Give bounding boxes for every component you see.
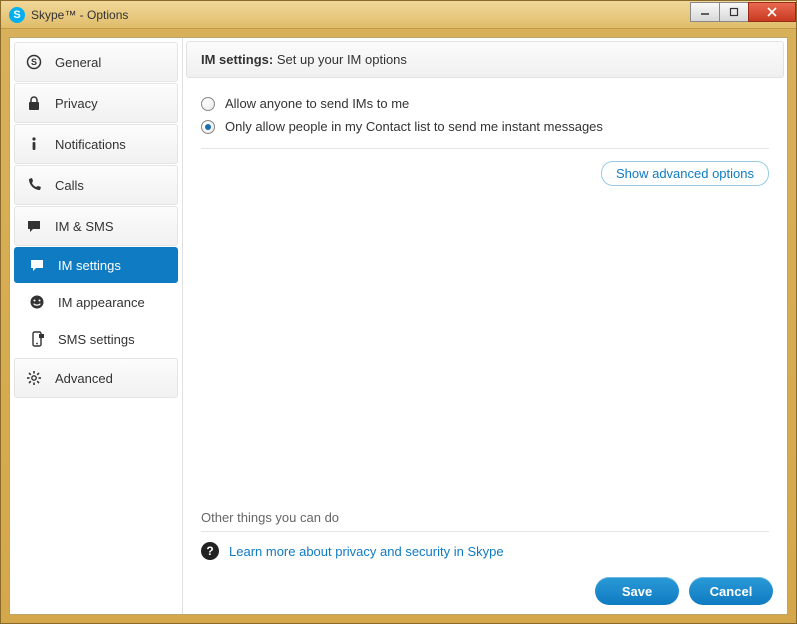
- maximize-button[interactable]: [719, 2, 749, 22]
- sidebar-item-label: IM appearance: [58, 295, 145, 310]
- sidebar-item-label: SMS settings: [58, 332, 135, 347]
- sidebar-item-advanced[interactable]: Advanced: [14, 358, 178, 398]
- panel-heading-bold: IM settings:: [201, 52, 273, 67]
- sidebar-item-sms-settings[interactable]: SMS settings: [14, 321, 178, 357]
- other-things-title: Other things you can do: [201, 510, 769, 525]
- chat-icon: [28, 256, 46, 274]
- skype-icon: S: [25, 53, 43, 71]
- main-panel: IM settings: Set up your IM options Allo…: [183, 38, 787, 614]
- sidebar-item-label: Notifications: [55, 137, 126, 152]
- panel-heading: IM settings: Set up your IM options: [186, 41, 784, 78]
- window-title: Skype™ - Options: [31, 8, 128, 22]
- sidebar-item-label: IM & SMS: [55, 219, 114, 234]
- sidebar-item-label: General: [55, 55, 101, 70]
- content-frame: S General Privacy Notifications: [9, 37, 788, 615]
- panel-body: Allow anyone to send IMs to me Only allo…: [183, 84, 787, 568]
- sidebar-item-privacy[interactable]: Privacy: [14, 83, 178, 123]
- radio-label: Only allow people in my Contact list to …: [225, 119, 603, 134]
- close-button[interactable]: [748, 2, 796, 22]
- sidebar-item-im-settings[interactable]: IM settings: [14, 247, 178, 283]
- radio-icon: [201, 97, 215, 111]
- sidebar-item-calls[interactable]: Calls: [14, 165, 178, 205]
- radio-icon: [201, 120, 215, 134]
- minimize-button[interactable]: [690, 2, 720, 22]
- sidebar-item-label: IM settings: [58, 258, 121, 273]
- options-window: S Skype™ - Options S General: [0, 0, 797, 624]
- sidebar-item-im-sms[interactable]: IM & SMS: [14, 206, 178, 246]
- sidebar-item-label: Calls: [55, 178, 84, 193]
- smile-icon: [28, 293, 46, 311]
- sidebar-item-notifications[interactable]: Notifications: [14, 124, 178, 164]
- sms-icon: [28, 330, 46, 348]
- lock-icon: [25, 94, 43, 112]
- save-button[interactable]: Save: [595, 577, 679, 605]
- cancel-button[interactable]: Cancel: [689, 577, 773, 605]
- other-things-section: Other things you can do ? Learn more abo…: [201, 510, 769, 560]
- show-advanced-options-link[interactable]: Show advanced options: [601, 161, 769, 186]
- sidebar-item-label: Advanced: [55, 371, 113, 386]
- help-icon: ?: [201, 542, 219, 560]
- gear-icon: [25, 369, 43, 387]
- sidebar: S General Privacy Notifications: [10, 38, 183, 614]
- info-icon: [25, 135, 43, 153]
- svg-text:S: S: [31, 57, 37, 67]
- chat-icon: [25, 217, 43, 235]
- window-controls: [691, 2, 796, 22]
- titlebar: S Skype™ - Options: [1, 1, 796, 29]
- sidebar-item-im-appearance[interactable]: IM appearance: [14, 284, 178, 320]
- radio-contacts-only[interactable]: Only allow people in my Contact list to …: [201, 115, 769, 138]
- panel-heading-rest: Set up your IM options: [273, 52, 407, 67]
- radio-allow-anyone[interactable]: Allow anyone to send IMs to me: [201, 92, 769, 115]
- sidebar-item-label: Privacy: [55, 96, 98, 111]
- learn-more-link[interactable]: Learn more about privacy and security in…: [229, 544, 504, 559]
- dialog-footer: Save Cancel: [183, 568, 787, 614]
- radio-label: Allow anyone to send IMs to me: [225, 96, 409, 111]
- divider: [201, 148, 769, 149]
- phone-icon: [25, 176, 43, 194]
- divider: [201, 531, 769, 532]
- sidebar-item-general[interactable]: S General: [14, 42, 178, 82]
- skype-logo-icon: S: [9, 7, 25, 23]
